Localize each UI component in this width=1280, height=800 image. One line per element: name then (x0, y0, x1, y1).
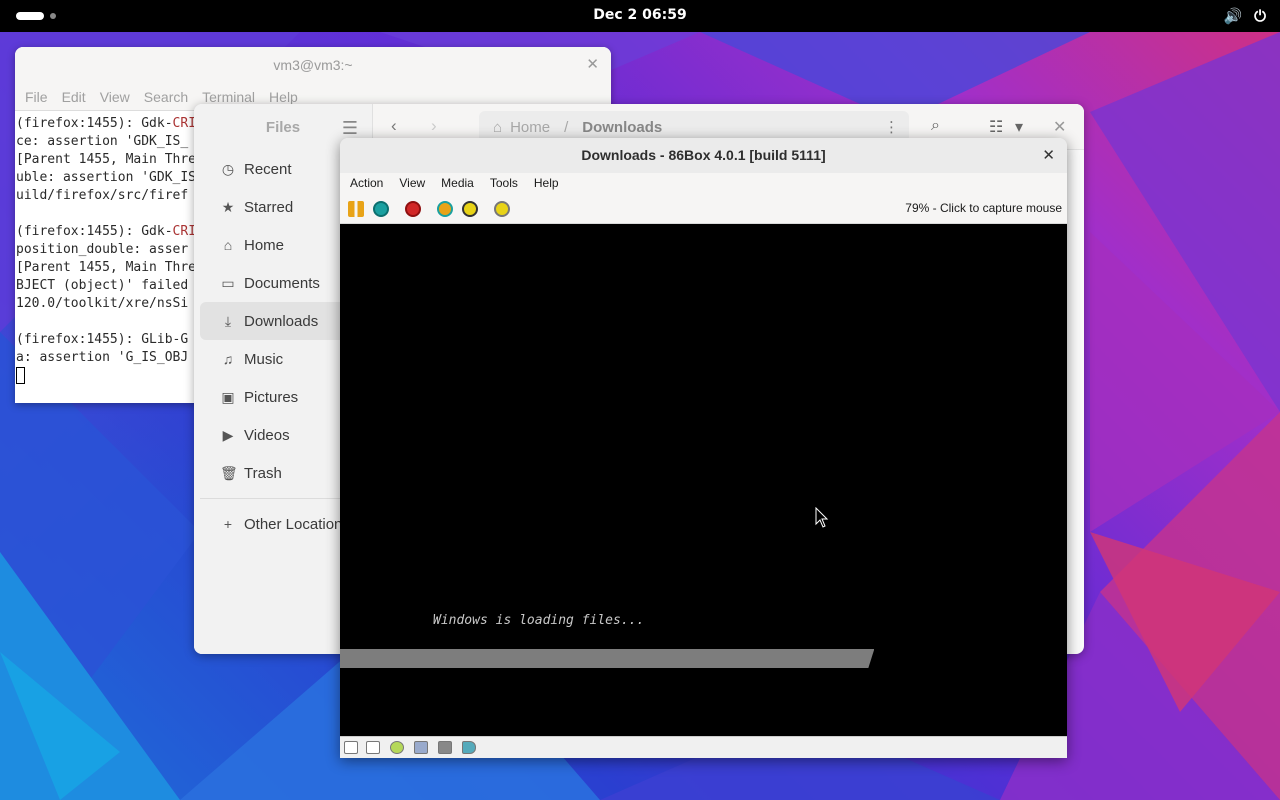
emulator-toolbar: 79% - Click to capture mouse (340, 193, 1067, 224)
star-icon: ★ (221, 198, 235, 215)
emulator-title: Downloads - 86Box 4.0.1 [build 5111] (581, 147, 826, 163)
sidebar-item-label: Trash (244, 464, 282, 482)
sidebar-item-label: Starred (244, 198, 294, 216)
sidebar-item-label: Other Locations (244, 515, 350, 533)
power-off-icon[interactable] (405, 201, 421, 217)
power-icon: ⏻ (1254, 7, 1266, 25)
music-icon: ♫ (222, 351, 234, 367)
path-current[interactable]: Downloads (582, 119, 662, 136)
emulator-menu-action[interactable]: Action (350, 173, 383, 193)
reset-icon[interactable] (373, 201, 389, 217)
emulator-statusbar (340, 736, 1067, 758)
floppy-a-icon[interactable] (344, 741, 358, 754)
sidebar-item-label: Videos (244, 426, 290, 444)
clock[interactable]: Dec 2 06:59 (0, 7, 1280, 23)
emulator-titlebar[interactable]: Downloads - 86Box 4.0.1 [build 5111] ✕ (340, 138, 1067, 173)
terminal-titlebar[interactable]: vm3@vm3:~ ✕ (15, 47, 611, 83)
emulator-menubar: Action View Media Tools Help (340, 173, 1067, 193)
sidebar-item-label: Recent (244, 160, 292, 178)
picture-icon: ▣ (221, 388, 235, 405)
path-separator: / (564, 118, 569, 136)
terminal-title: vm3@vm3:~ (273, 57, 353, 73)
sidebar-item-label: Music (244, 350, 284, 368)
path-home[interactable]: Home (510, 119, 550, 136)
close-icon[interactable]: ✕ (1042, 138, 1055, 173)
ctrl-alt-esc-icon[interactable] (462, 201, 478, 217)
emulator-window[interactable]: Downloads - 86Box 4.0.1 [build 5111] ✕ A… (340, 138, 1067, 758)
close-icon[interactable]: ✕ (1053, 117, 1066, 137)
emulator-menu-tools[interactable]: Tools (490, 173, 518, 193)
pause-icon[interactable] (348, 201, 364, 217)
hdd-icon[interactable] (414, 741, 428, 754)
list-view-icon[interactable]: ☷ (989, 117, 1003, 137)
capture-status: 79% - Click to capture mouse (905, 201, 1062, 215)
terminal-menu-file[interactable]: File (25, 83, 57, 110)
forward-arrow-icon[interactable]: › (431, 116, 437, 136)
sidebar-item-label: Documents (244, 274, 320, 292)
terminal-cursor (16, 367, 25, 384)
video-icon: ▶ (222, 426, 234, 443)
cdrom-icon[interactable] (390, 741, 404, 754)
loading-text: Windows is loading files... (433, 613, 645, 628)
hamburger-menu-icon[interactable]: ☰ (342, 118, 358, 139)
back-arrow-icon[interactable]: ‹ (391, 116, 397, 136)
settings-icon[interactable] (494, 201, 510, 217)
ctrl-alt-del-icon[interactable] (437, 201, 453, 217)
search-icon[interactable]: ⌕ (931, 117, 940, 135)
speaker-icon: 🔊 (1223, 7, 1243, 25)
close-icon[interactable]: ✕ (586, 47, 599, 83)
kebab-menu-icon[interactable]: ⋮ (884, 118, 899, 136)
network-icon[interactable] (438, 741, 452, 754)
files-title: Files (265, 118, 301, 136)
sidebar-item-label: Downloads (244, 312, 319, 330)
sidebar-item-label: Home (244, 236, 285, 254)
sound-icon[interactable] (462, 741, 476, 754)
top-bar: Dec 2 06:59 🔊 ⏻ (0, 0, 1280, 32)
document-icon: ▭ (221, 274, 235, 291)
terminal-menu-edit[interactable]: Edit (62, 83, 95, 110)
home-icon: ⌂ (493, 118, 503, 136)
loading-progress-bar (340, 649, 874, 668)
chevron-down-icon[interactable]: ▾ (1015, 117, 1023, 137)
terminal-menu-search[interactable]: Search (144, 83, 197, 110)
floppy-b-icon[interactable] (366, 741, 380, 754)
emulator-menu-view[interactable]: View (399, 173, 425, 193)
emulator-menu-help[interactable]: Help (534, 173, 559, 193)
emulator-menu-media[interactable]: Media (441, 173, 474, 193)
download-icon: ⤓ (224, 312, 232, 329)
plus-icon: + (223, 516, 233, 532)
clock-icon: ◷ (221, 160, 235, 177)
system-menu[interactable]: 🔊 ⏻ (1223, 7, 1266, 25)
trash-icon: 🗑 (220, 464, 238, 481)
sidebar-item-label: Pictures (244, 388, 299, 406)
home-icon: ⌂ (223, 237, 233, 253)
mouse-pointer-icon (815, 507, 829, 528)
terminal-menu-view[interactable]: View (100, 83, 139, 110)
emulator-screen[interactable]: Windows is loading files... (340, 224, 1067, 736)
